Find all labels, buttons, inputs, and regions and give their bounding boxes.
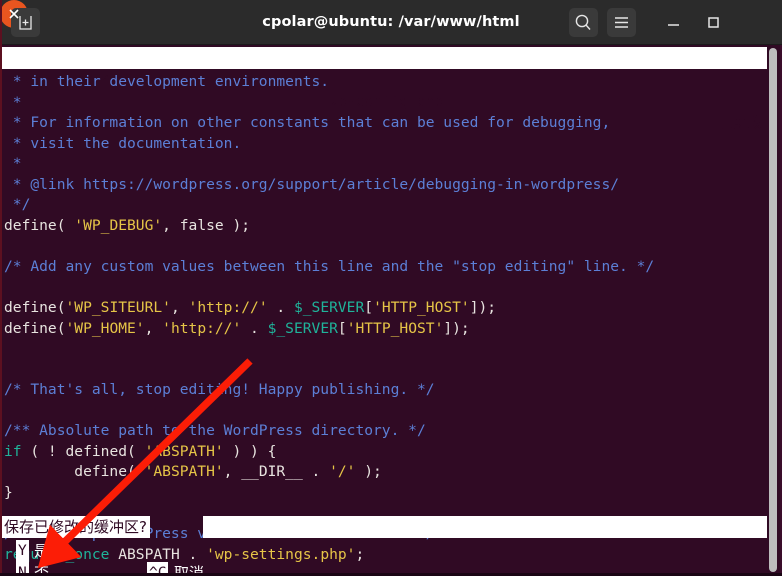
code-token: * (4, 93, 22, 111)
save-prompt-row: 保存已修改的缓冲区? (2, 516, 770, 538)
close-button[interactable] (0, 0, 28, 28)
code-token: 'http://' (162, 319, 242, 337)
code-line: define('WP_SITEURL', 'http://' . $_SERVE… (2, 298, 770, 319)
code-line: define('WP_HOME', 'http://' . $_SERVER['… (2, 319, 770, 340)
code-token: 'WP_DEBUG' (74, 216, 163, 234)
code-line: * (2, 93, 770, 114)
code-token: 'WP_SITEURL' (65, 299, 171, 317)
code-token: , (144, 319, 163, 337)
code-token: , false ); (162, 216, 251, 234)
code-token: , __DIR__ . (223, 463, 330, 481)
code-token: . (267, 299, 294, 317)
code-token: , (170, 299, 189, 317)
code-token: 'ABSPATH' (144, 463, 224, 481)
code-token: * in their development environments. (4, 73, 330, 90)
code-line: } (2, 483, 770, 504)
code-token: define( (4, 463, 145, 481)
code-token: /** Absolute path to the WordPress direc… (4, 422, 426, 440)
code-editor-area[interactable]: * in their development environments. * *… (2, 72, 770, 565)
code-line: * @link https://wordpress.org/support/ar… (2, 175, 770, 196)
terminal-window: cpolar@ubuntu: /var/www/html GNU nano 4.… (0, 0, 782, 576)
code-token: 'HTTP_HOST' (346, 319, 444, 337)
search-button[interactable] (569, 8, 598, 37)
window-titlebar: cpolar@ubuntu: /var/www/html (0, 0, 782, 45)
code-line: */ (2, 195, 770, 216)
code-token: define( (4, 299, 66, 317)
code-token: if (4, 442, 22, 460)
shortcut-row-1: Y 是 (2, 540, 770, 562)
terminal-body[interactable]: GNU nano 4.8 wp-config.php 已更改 * in thei… (2, 45, 780, 574)
code-token: /* Add any custom values between this li… (4, 257, 655, 275)
code-token: . (241, 319, 268, 337)
code-token: $_SERVER (267, 319, 338, 337)
code-token: 'HTTP_HOST' (373, 299, 470, 317)
code-line: /* Add any custom values between this li… (2, 257, 770, 278)
code-token: $_SERVER (293, 299, 365, 317)
code-line: define( 'ABSPATH', __DIR__ . '/' ); (2, 462, 770, 483)
code-line: * (2, 154, 770, 175)
code-line: * For information on other constants tha… (2, 113, 770, 134)
maximize-button[interactable] (699, 8, 728, 37)
code-token: 'http://' (188, 299, 268, 317)
code-token: [ (337, 319, 347, 337)
code-token: define( (4, 319, 66, 337)
code-token: * (4, 155, 22, 173)
save-prompt-question: 保存已修改的缓冲区? (2, 516, 150, 538)
code-token: ); (355, 463, 382, 481)
minimize-button[interactable] (659, 8, 688, 37)
code-token: /* That's all, stop editing! Happy publi… (4, 381, 435, 399)
save-prompt-input[interactable] (203, 516, 770, 538)
code-token: 'WP_HOME' (65, 319, 145, 337)
shortcut-key-yes[interactable]: Y (16, 540, 29, 562)
code-line: /** Absolute path to the WordPress direc… (2, 421, 770, 442)
menu-button[interactable] (607, 8, 636, 37)
code-token: */ (4, 196, 31, 214)
code-token: 'ABSPATH' (144, 442, 224, 460)
code-token: ]); (443, 319, 470, 337)
code-token: define( (4, 216, 75, 234)
code-token: * @link https://wordpress.org/support/ar… (4, 175, 620, 193)
scrollbar-thumb[interactable] (769, 48, 777, 572)
code-token: } (4, 483, 13, 501)
code-line: /* That's all, stop editing! Happy publi… (2, 380, 770, 401)
code-token: ) ) { (223, 442, 277, 460)
code-token: ( ! defined( (21, 442, 145, 460)
code-line: if ( ! defined( 'ABSPATH' ) ) { (2, 442, 770, 463)
shortcut-label-yes[interactable]: 是 (34, 540, 49, 562)
code-token: '/' (329, 463, 356, 481)
code-line: define( 'WP_DEBUG', false ); (2, 216, 770, 237)
nano-header-bar: GNU nano 4.8 wp-config.php 已更改 (2, 47, 770, 132)
code-token: [ (364, 299, 374, 317)
code-line: * visit the documentation. (2, 134, 770, 155)
terminal-scrollbar[interactable] (767, 47, 778, 574)
code-token: * For information on other constants tha… (4, 114, 611, 132)
code-line: * in their development environments. (2, 72, 770, 93)
code-token: * visit the documentation. (4, 134, 242, 152)
code-token: ]); (469, 299, 497, 317)
